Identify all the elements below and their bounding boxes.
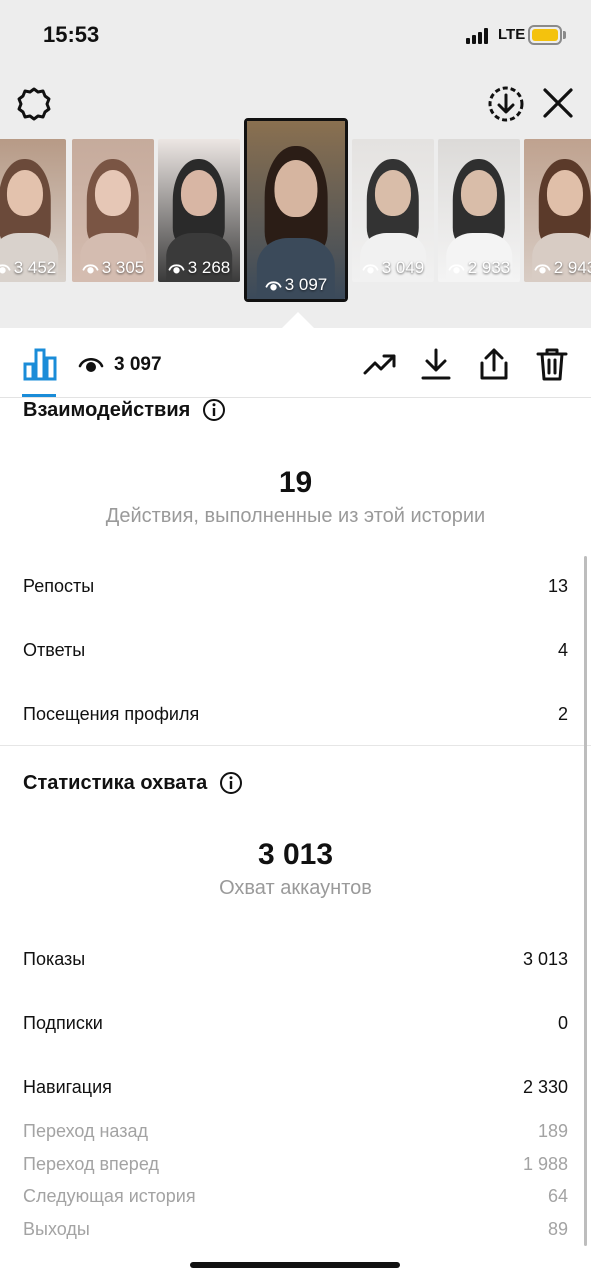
scrollbar[interactable]: [584, 556, 587, 1246]
stat-label: Выходы: [23, 1219, 90, 1239]
story-view-count: 2 933: [438, 258, 520, 278]
active-tab-indicator: [22, 394, 56, 397]
story-view-count: 3 452: [0, 258, 66, 278]
active-story-pointer: [282, 312, 314, 328]
stat-row-follows: Подписки 0: [23, 1013, 568, 1034]
story-thumbnails: 3 452 3 3053 268 3 097 3 0492 9332 943: [0, 118, 591, 310]
insights-tab-icon[interactable]: [22, 346, 58, 382]
stat-value: 2 330: [522, 1077, 568, 1097]
views-count: 3 097: [114, 354, 162, 375]
reach-subtitle: Охват аккаунтов: [219, 877, 372, 899]
stat-label: Подписки: [23, 1013, 103, 1033]
status-time: 15:53: [43, 22, 100, 47]
nav-row-back: Переход назад 189: [23, 1121, 568, 1142]
story-person-face: [6, 170, 44, 217]
story-thumbnail[interactable]: 3 452: [0, 139, 66, 282]
nav-row-exits: Выходы 89: [23, 1219, 568, 1240]
stat-label: Репосты: [23, 576, 95, 596]
views-counter: 3 097: [78, 352, 162, 378]
stat-label: Ответы: [23, 640, 86, 660]
stat-row-navigation: Навигация 2 330: [23, 1077, 568, 1098]
interactions-title: Взаимодействия: [23, 398, 226, 422]
stat-value: 1 988: [522, 1154, 568, 1174]
story-thumbnail[interactable]: 2 943: [524, 139, 591, 282]
signal-icon: [466, 28, 492, 44]
story-thumbnail[interactable]: 3 268: [158, 139, 240, 282]
stat-row-profile-visits: Посещения профиля 2: [23, 704, 568, 725]
status-bar: 15:53 LTE: [0, 0, 591, 70]
stat-value: 89: [547, 1219, 568, 1239]
stat-value: 3 013: [522, 949, 568, 969]
save-story-icon[interactable]: [486, 84, 526, 124]
promote-trend-icon[interactable]: [362, 346, 398, 382]
story-view-count: 3 049: [352, 258, 434, 278]
stat-value: 64: [547, 1186, 568, 1206]
story-view-count: 3 305: [72, 258, 154, 278]
stat-label: Показы: [23, 949, 86, 969]
story-person-face: [94, 170, 132, 217]
stat-value: 0: [557, 1013, 568, 1033]
nav-row-forward: Переход вперед 1 988: [23, 1154, 568, 1175]
story-thumbnail[interactable]: 2 933: [438, 139, 520, 282]
stat-value: 4: [557, 640, 568, 660]
stat-label: Следующая история: [23, 1186, 196, 1206]
stat-row-replies: Ответы 4: [23, 640, 568, 661]
nav-row-next-story: Следующая история 64: [23, 1186, 568, 1207]
stat-value: 13: [547, 576, 568, 596]
story-person-face: [374, 170, 412, 217]
reach-total: 3 013: [257, 838, 334, 871]
story-thumbnail-active[interactable]: 3 097: [244, 118, 348, 302]
interactions-total: 19: [278, 466, 313, 499]
story-view-count: 3 268: [158, 258, 240, 278]
stat-row-impressions: Показы 3 013: [23, 949, 568, 970]
interactions-subtitle: Действия, выполненные из этой истории: [105, 505, 486, 527]
reach-title: Статистика охвата: [23, 771, 243, 795]
network-label: LTE: [498, 26, 526, 43]
story-person-face: [546, 170, 584, 217]
stat-value: 189: [537, 1121, 568, 1141]
download-icon[interactable]: [418, 346, 454, 382]
stat-label: Посещения профиля: [23, 704, 200, 724]
story-thumbnail[interactable]: 3 049: [352, 139, 434, 282]
eye-icon: [78, 357, 104, 372]
section-divider: [0, 745, 591, 746]
info-icon[interactable]: [202, 398, 226, 422]
story-view-count: 3 097: [247, 275, 345, 295]
settings-gear-icon[interactable]: [14, 84, 54, 124]
story-thumbnail[interactable]: 3 305: [72, 139, 154, 282]
story-person-face: [460, 170, 498, 217]
story-toolbar: 3 097: [0, 328, 591, 398]
share-icon[interactable]: [476, 346, 512, 382]
stat-label: Переход вперед: [23, 1154, 159, 1174]
battery-icon: [528, 25, 562, 45]
stat-label: Навигация: [23, 1077, 112, 1097]
story-person-face: [274, 160, 318, 218]
story-header: 15:53 LTE 3 452 3 305 3 268 3 097 3 049 2 933…: [0, 0, 591, 328]
info-icon[interactable]: [219, 771, 243, 795]
story-person-face: [180, 170, 218, 217]
stat-label: Переход назад: [23, 1121, 149, 1141]
delete-trash-icon[interactable]: [534, 346, 570, 382]
home-indicator[interactable]: [190, 1262, 400, 1268]
stat-row-reposts: Репосты 13: [23, 576, 568, 597]
close-icon[interactable]: [539, 84, 577, 122]
stat-value: 2: [557, 704, 568, 724]
story-view-count: 2 943: [524, 258, 591, 278]
